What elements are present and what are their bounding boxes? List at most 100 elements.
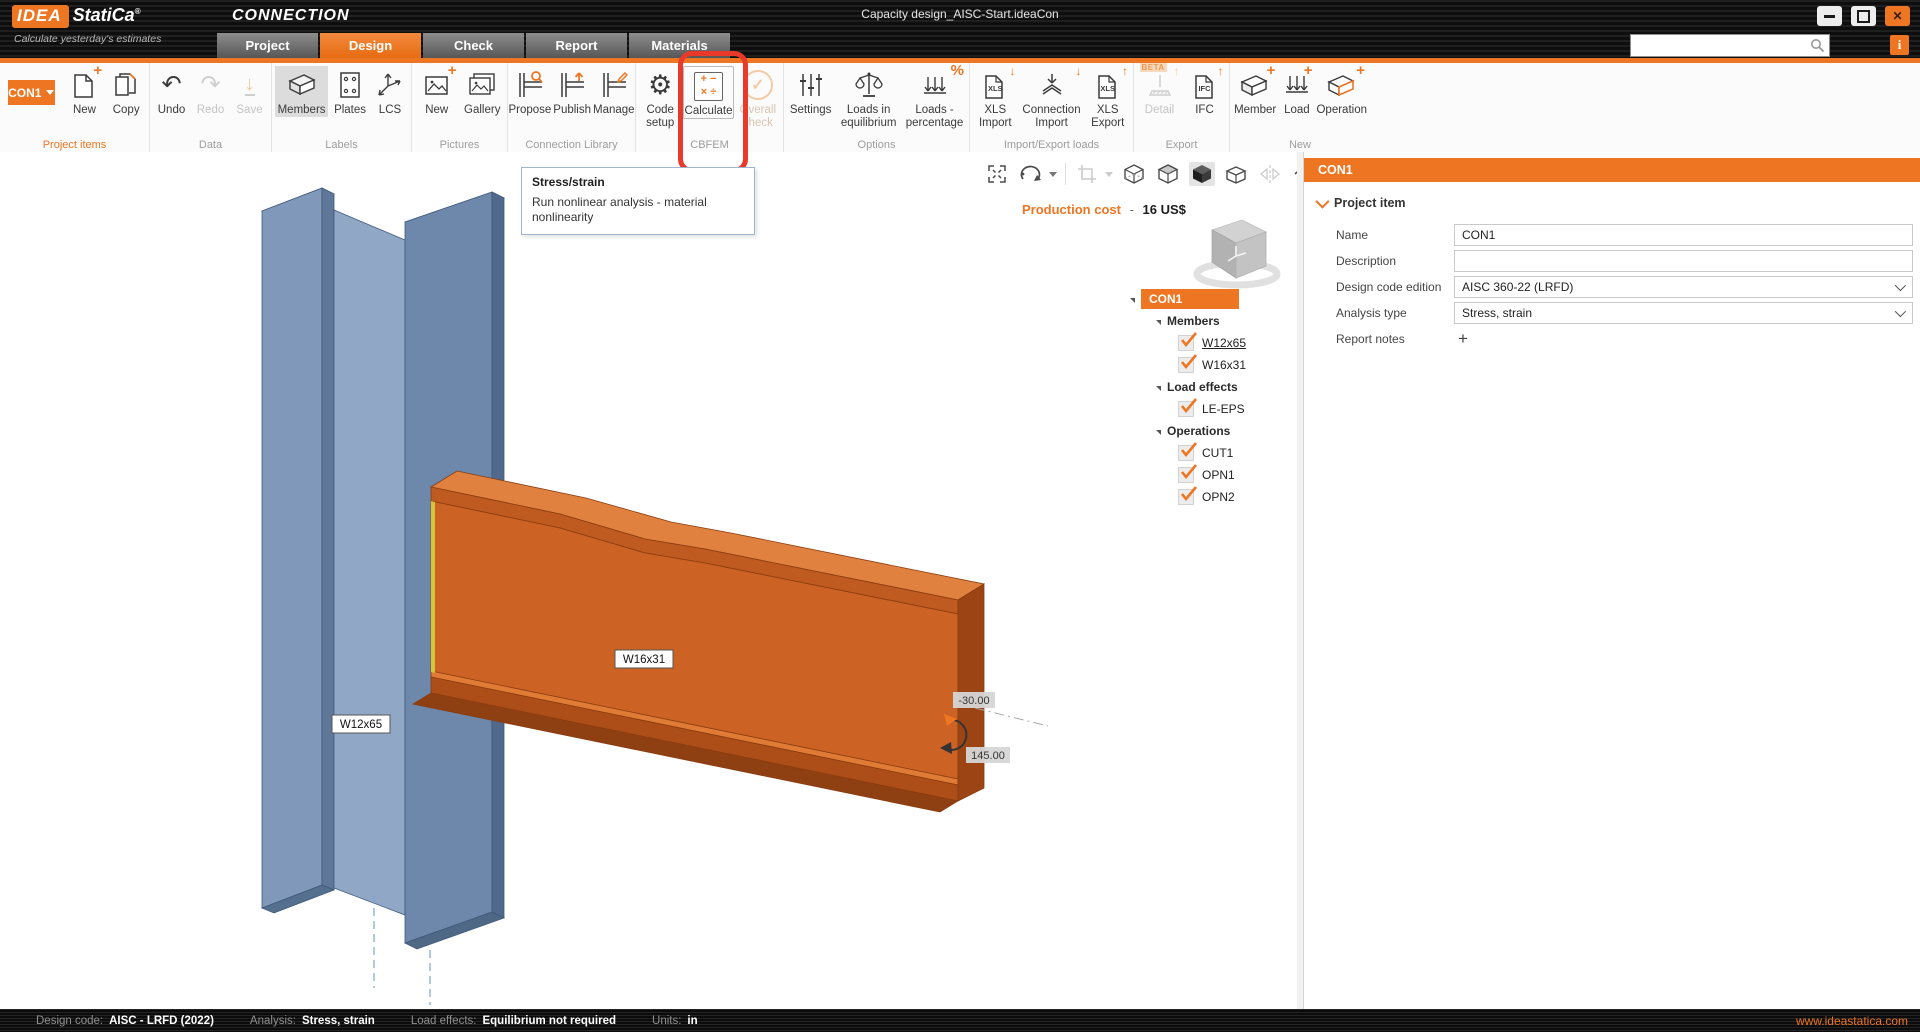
production-cost-label: Production cost bbox=[1022, 202, 1121, 217]
minimize-button[interactable] bbox=[1817, 6, 1842, 26]
tab-check[interactable]: Check bbox=[423, 33, 524, 58]
section-crop-button[interactable] bbox=[1074, 162, 1100, 186]
crop-options-chevron-icon[interactable] bbox=[1105, 171, 1113, 177]
checkbox-checked-icon[interactable] bbox=[1178, 486, 1197, 505]
project-item-selector[interactable]: CON1 bbox=[8, 80, 55, 105]
fit-view-button[interactable] bbox=[984, 162, 1010, 186]
properties-header: CON1 bbox=[1304, 158, 1920, 182]
close-button[interactable]: ✕ bbox=[1885, 6, 1910, 26]
checkbox-checked-icon[interactable] bbox=[1178, 442, 1197, 461]
settings-button[interactable]: Settings bbox=[787, 66, 834, 117]
tree-node-con1[interactable]: CON1 bbox=[1130, 288, 1296, 310]
search-input[interactable] bbox=[1631, 36, 1810, 55]
redo-button[interactable]: ↷ Redo bbox=[192, 66, 229, 117]
new-picture-button[interactable]: + New bbox=[415, 63, 459, 117]
expander-icon[interactable] bbox=[1130, 297, 1135, 303]
xls-import-button[interactable]: XLS ↓ XLS Import bbox=[973, 65, 1018, 129]
tree-item-opn1[interactable]: OPN1 bbox=[1178, 464, 1296, 486]
beam-label[interactable]: W16x31 bbox=[614, 649, 674, 669]
loads-percent-icon: % bbox=[903, 63, 966, 103]
rotate-view-button[interactable] bbox=[1018, 162, 1044, 186]
3d-viewport[interactable]: W12x65 W16x31 -30.00 145.00 Production c… bbox=[0, 152, 1297, 1009]
connection-import-button[interactable]: ↓ Connection Import bbox=[1020, 65, 1084, 129]
overall-check-button[interactable]: ✓ Overall check bbox=[736, 66, 780, 129]
publish-button[interactable]: Publish bbox=[553, 66, 591, 117]
view-wireframe-button[interactable] bbox=[1121, 162, 1147, 186]
status-analysis: Analysis: Stress, strain bbox=[249, 1014, 375, 1027]
rotate-options-chevron-icon[interactable] bbox=[1049, 171, 1057, 177]
copy-project-item-button[interactable]: Copy bbox=[106, 66, 146, 117]
view-cut-button[interactable] bbox=[1223, 162, 1249, 186]
3d-scene[interactable]: W12x65 W16x31 -30.00 145.00 bbox=[0, 152, 1297, 1009]
section-project-item[interactable]: Project item bbox=[1315, 194, 1406, 210]
calculate-button[interactable]: + − × ÷ Calculate bbox=[683, 66, 734, 119]
new-member-button[interactable]: + Member bbox=[1233, 63, 1277, 117]
cut-cube-icon bbox=[1225, 166, 1247, 184]
gallery-button[interactable]: Gallery bbox=[461, 66, 505, 117]
checkbox-checked-icon[interactable] bbox=[1178, 398, 1197, 417]
manage-button[interactable]: Manage bbox=[593, 66, 635, 117]
tree-group-operations[interactable]: Operations bbox=[1156, 420, 1296, 442]
weld-line bbox=[431, 501, 435, 673]
lcs-labels-button[interactable]: LCS bbox=[372, 66, 408, 117]
maximize-button[interactable] bbox=[1851, 6, 1876, 26]
new-operation-button[interactable]: + Operation bbox=[1316, 63, 1367, 117]
new-load-button[interactable]: + Load bbox=[1279, 63, 1314, 117]
undo-button[interactable]: ↶ Undo bbox=[153, 66, 190, 117]
expander-icon[interactable] bbox=[1156, 319, 1161, 325]
analysis-type-select[interactable]: Stress, strain bbox=[1454, 302, 1913, 324]
new-project-item-button[interactable]: + New bbox=[65, 63, 105, 117]
description-field[interactable] bbox=[1454, 250, 1913, 272]
plates-labels-button[interactable]: Plates bbox=[330, 66, 370, 117]
tab-materials[interactable]: Materials bbox=[629, 33, 730, 58]
propose-button[interactable]: Propose bbox=[508, 66, 551, 117]
add-note-button[interactable]: + bbox=[1458, 329, 1468, 349]
connection-import-icon: ↓ bbox=[1020, 65, 1084, 103]
tree-group-load-effects[interactable]: Load effects bbox=[1156, 376, 1296, 398]
tree-item-cut1[interactable]: CUT1 bbox=[1178, 442, 1296, 464]
tree-item-opn2[interactable]: OPN2 bbox=[1178, 486, 1296, 508]
detail-export-button[interactable]: BETA ↑ Detail bbox=[1138, 63, 1182, 117]
loads-in-equilibrium-button[interactable]: Loads in equilibrium bbox=[836, 66, 901, 129]
name-field[interactable]: CON1 bbox=[1454, 224, 1913, 246]
xls-export-icon: XLS ↑ bbox=[1085, 65, 1130, 103]
tab-design[interactable]: Design bbox=[320, 33, 421, 58]
members-labels-button[interactable]: Members bbox=[275, 66, 329, 117]
ribbon-group-export: BETA ↑ Detail IFC ↑ IFC Export bbox=[1134, 63, 1230, 152]
website-link[interactable]: www.ideastatica.com bbox=[1796, 1014, 1908, 1028]
load-value-label-1[interactable]: -30.00 bbox=[953, 692, 995, 708]
expander-icon[interactable] bbox=[1156, 429, 1161, 435]
view-solid-button[interactable] bbox=[1189, 162, 1215, 186]
info-button[interactable]: i bbox=[1890, 35, 1909, 55]
checkbox-checked-icon[interactable] bbox=[1178, 354, 1197, 373]
view-shaded-wire-button[interactable] bbox=[1155, 162, 1181, 186]
idea-statica-connection-app: { "window": {"title": "Capacity design_A… bbox=[0, 0, 1920, 1032]
field-row-design-code-edition: Design code edition AISC 360-22 (LRFD) bbox=[1336, 276, 1913, 298]
tab-project[interactable]: Project bbox=[217, 33, 318, 58]
mirror-view-button[interactable] bbox=[1257, 162, 1283, 186]
checkbox-checked-icon[interactable] bbox=[1178, 464, 1197, 483]
save-button[interactable]: ↓ Save bbox=[231, 66, 268, 117]
navigation-cube[interactable] bbox=[1185, 208, 1295, 298]
xls-export-button[interactable]: XLS ↑ XLS Export bbox=[1085, 65, 1130, 129]
tab-report[interactable]: Report bbox=[526, 33, 627, 58]
tree-item-w12x65[interactable]: W12x65 bbox=[1178, 332, 1296, 354]
design-code-edition-select[interactable]: AISC 360-22 (LRFD) bbox=[1454, 276, 1913, 298]
tree-item-le-eps[interactable]: LE-EPS bbox=[1178, 398, 1296, 420]
brand-tagline: Calculate yesterday's estimates bbox=[14, 33, 162, 45]
ifc-export-button[interactable]: IFC ↑ IFC bbox=[1184, 65, 1226, 117]
tree-item-w16x31[interactable]: W16x31 bbox=[1178, 354, 1296, 376]
home-view-button[interactable] bbox=[1291, 162, 1297, 186]
viewport-toolbar bbox=[984, 162, 1297, 186]
load-value-label-2[interactable]: 145.00 bbox=[966, 747, 1010, 763]
code-setup-button[interactable]: ⚙ Code setup bbox=[639, 66, 681, 129]
loads-percentage-button[interactable]: % Loads - percentage bbox=[903, 63, 966, 129]
group-label-import-export-loads: Import/Export loads bbox=[1003, 139, 1100, 151]
checkbox-checked-icon[interactable] bbox=[1178, 332, 1197, 351]
search-box[interactable] bbox=[1630, 34, 1830, 57]
plate-icon bbox=[330, 67, 370, 103]
column-label[interactable]: W12x65 bbox=[331, 714, 391, 734]
tree-group-members[interactable]: Members bbox=[1156, 310, 1296, 332]
expander-icon[interactable] bbox=[1156, 385, 1161, 391]
maximize-icon bbox=[1857, 9, 1870, 23]
